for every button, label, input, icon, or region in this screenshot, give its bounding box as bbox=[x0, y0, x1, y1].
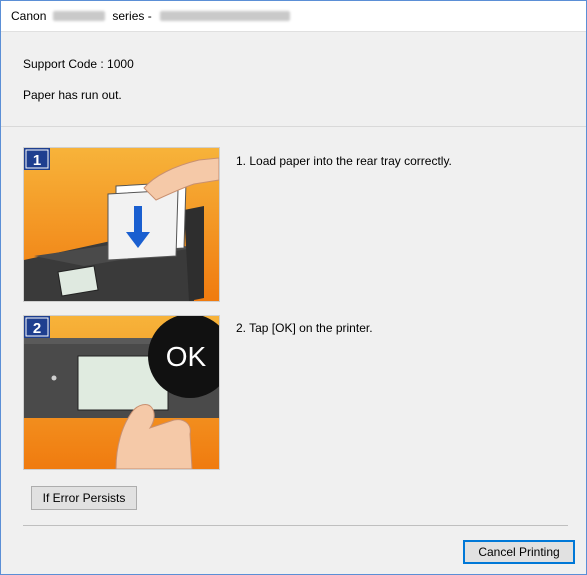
step-2-illustration: OK 2 bbox=[23, 315, 220, 470]
if-error-persists-button[interactable]: If Error Persists bbox=[31, 486, 137, 510]
divider bbox=[1, 126, 586, 127]
ok-callout-label: OK bbox=[166, 341, 207, 372]
redacted-printer-host bbox=[159, 11, 290, 21]
support-code: Support Code : 1000 bbox=[23, 57, 134, 71]
window-title: Canon series - bbox=[11, 9, 290, 23]
dialog-content: Support Code : 1000 Paper has run out. 1… bbox=[1, 31, 586, 575]
redacted-model-name bbox=[53, 11, 106, 21]
error-message: Paper has run out. bbox=[23, 88, 122, 102]
title-bar: Canon series - bbox=[1, 1, 586, 31]
step-1-illustration: 1 bbox=[23, 147, 220, 302]
step-1-badge: 1 bbox=[33, 152, 41, 169]
step-2-badge: 2 bbox=[33, 320, 41, 337]
title-series: series - bbox=[112, 9, 152, 23]
step-1-text: 1. Load paper into the rear tray correct… bbox=[236, 154, 452, 168]
step-2-text: 2. Tap [OK] on the printer. bbox=[236, 321, 373, 335]
title-brand: Canon bbox=[11, 9, 47, 23]
button-divider bbox=[23, 525, 568, 526]
cancel-printing-button[interactable]: Cancel Printing bbox=[463, 540, 575, 564]
printer-error-dialog: Canon series - Support Code : 1000 Paper… bbox=[0, 0, 587, 575]
